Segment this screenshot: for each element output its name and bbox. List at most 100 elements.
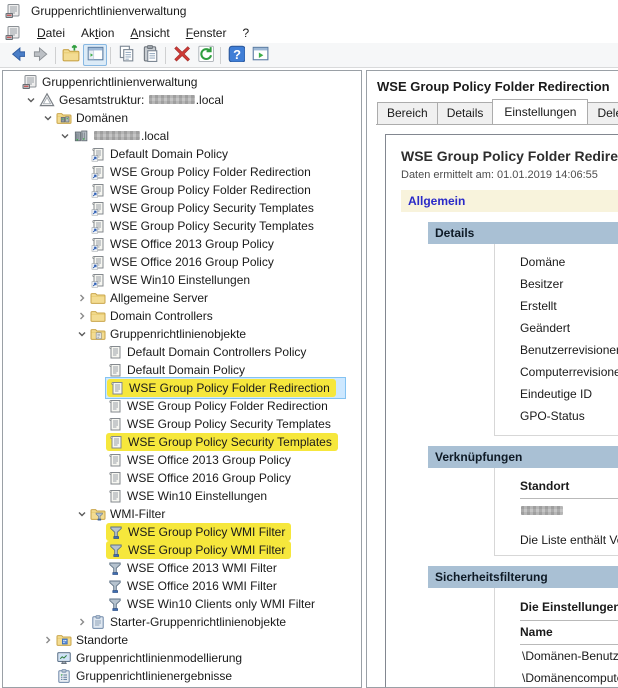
tab-einstellungen[interactable]: Einstellungen	[492, 99, 589, 124]
section-verknuepfungen[interactable]: Verknüpfungen	[428, 446, 618, 468]
tree-item[interactable]: Starter-Gruppenrichtlinienobjekte	[3, 613, 361, 631]
tree-item[interactable]: Default Domain Policy	[3, 145, 361, 163]
selected-tree-item[interactable]: WSE Group Policy Folder Redirection	[105, 377, 346, 399]
security-note: Die Einstellungen dieses G	[520, 595, 618, 621]
forward-button[interactable]	[28, 44, 52, 66]
gpo-icon	[109, 380, 125, 396]
tree-item[interactable]: WSE Group Policy Security Templates	[3, 415, 361, 433]
chevron-right-icon[interactable]	[41, 635, 55, 645]
chevron-down-icon[interactable]	[58, 131, 72, 141]
tree-item[interactable]: WSE Win10 Einstellungen	[3, 271, 361, 289]
menu-datei[interactable]: Datei	[29, 24, 73, 42]
details-row-label: GPO-Status	[520, 409, 585, 423]
tree-item[interactable]: WSE Win10 Clients only WMI Filter	[3, 595, 361, 613]
tree-item-label: Gesamtstruktur: .local	[59, 93, 224, 107]
tree-item[interactable]: Gruppenrichtlinienobjekte	[3, 325, 361, 343]
tree-item-label: WSE Group Policy WMI Filter	[128, 543, 286, 557]
tree-item-label: WSE Group Policy Security Templates	[128, 435, 332, 449]
tree-item-label: Standorte	[76, 633, 129, 647]
tree-item[interactable]: WSE Group Policy Folder Redirection	[3, 377, 361, 399]
tree-item[interactable]: WSE Office 2016 WMI Filter	[3, 577, 361, 595]
tree-item[interactable]: WSE Group Policy Security Templates	[3, 199, 361, 217]
chevron-down-icon[interactable]	[24, 95, 38, 105]
result-pane: WSE Group Policy Folder Redirection Bere…	[366, 70, 618, 688]
tree-item[interactable]: WSE Group Policy WMI Filter	[3, 541, 361, 559]
help-button[interactable]: ?	[224, 44, 248, 66]
gpo-link-icon	[90, 182, 106, 198]
console-tree-pane[interactable]: Gruppenrichtlinienverwaltung Gesamtstrukt…	[2, 70, 362, 688]
tree-item[interactable]: .local	[3, 127, 361, 145]
gpo-icon	[108, 434, 124, 450]
paste-icon	[141, 44, 159, 67]
chevron-down-icon[interactable]	[75, 329, 89, 339]
toolbar-separator	[110, 46, 111, 64]
chevron-down-icon[interactable]	[75, 509, 89, 519]
up-one-level-button[interactable]	[59, 44, 83, 66]
new-window-button[interactable]	[248, 44, 272, 66]
security-principal-row: \Domänencomputer	[522, 671, 618, 685]
chevron-right-icon[interactable]	[75, 311, 89, 321]
tree-item[interactable]: Standorte	[3, 631, 361, 649]
menu-help[interactable]: ?	[234, 24, 257, 42]
tree-item-label: WSE Group Policy Security Templates	[110, 201, 314, 215]
tree-item-label: Gruppenrichtlinienverwaltung	[42, 75, 198, 89]
security-principal-row: \Domänen-Benutzer	[522, 649, 618, 663]
tree-item[interactable]: Domänen	[3, 109, 361, 127]
tree-item[interactable]: Gesamtstruktur: .local	[3, 91, 361, 109]
chevron-right-icon[interactable]	[75, 617, 89, 627]
folder-icon	[90, 308, 106, 324]
menu-aktion[interactable]: Aktion	[73, 24, 122, 42]
section-sicherheitsfilterung[interactable]: Sicherheitsfilterung	[428, 566, 618, 588]
gpo-pane-title: WSE Group Policy Folder Redirection	[377, 79, 610, 94]
section-details[interactable]: Details	[428, 222, 618, 244]
tree-item[interactable]: WSE Group Policy Security Templates	[3, 217, 361, 235]
tree-item[interactable]: Allgemeine Server	[3, 289, 361, 307]
report-title: WSE Group Policy Folder Redirection	[401, 148, 618, 164]
tree-item[interactable]: WSE Office 2013 Group Policy	[3, 451, 361, 469]
settings-report[interactable]: WSE Group Policy Folder Redirection Date…	[385, 134, 618, 687]
tree-item[interactable]: WSE Group Policy Security Templates	[3, 433, 361, 451]
tree-item[interactable]: Domain Controllers	[3, 307, 361, 325]
tree-item-label: Default Domain Policy	[110, 147, 229, 161]
tab-delegierung[interactable]: Delegierung	[587, 102, 618, 124]
tree-item[interactable]: WSE Group Policy Folder Redirection	[3, 397, 361, 415]
forest-icon	[39, 92, 55, 108]
tree-item[interactable]: Gruppenrichtlinienverwaltung	[3, 73, 361, 91]
tree-item-label: WSE Office 2013 Group Policy	[127, 453, 291, 467]
tree-item[interactable]: Gruppenrichtlinienmodellierung	[3, 649, 361, 667]
section-allgemein[interactable]: Allgemein	[401, 190, 618, 212]
tree-item[interactable]: WSE Group Policy Folder Redirection	[3, 181, 361, 199]
tree-item[interactable]: WSE Office 2016 Group Policy	[3, 253, 361, 271]
tab-details[interactable]: Details	[436, 102, 494, 124]
refresh-button[interactable]	[193, 44, 217, 66]
tree-item[interactable]: Default Domain Controllers Policy	[3, 343, 361, 361]
paste-button[interactable]	[138, 44, 162, 66]
menu-fenster[interactable]: Fenster	[178, 24, 235, 42]
tree-item[interactable]: WSE Office 2013 WMI Filter	[3, 559, 361, 577]
tree-item[interactable]: Default Domain Policy	[3, 361, 361, 379]
tree-item[interactable]: WSE Group Policy Folder Redirection	[3, 163, 361, 181]
tree-item[interactable]: WSE Group Policy WMI Filter	[3, 523, 361, 541]
tree-item[interactable]: Gruppenrichtlinienergebnisse	[3, 667, 361, 685]
details-row-label: Besitzer	[520, 277, 564, 291]
toolbar: ?	[0, 43, 618, 68]
svg-text:?: ?	[233, 46, 241, 61]
wmi-filter-icon	[108, 524, 124, 540]
tree-item[interactable]: WSE Win10 Einstellungen	[3, 487, 361, 505]
tree-item[interactable]: WSE Office 2013 Group Policy	[3, 235, 361, 253]
menu-ansicht[interactable]: Ansicht	[122, 24, 177, 42]
copy-button[interactable]	[114, 44, 138, 66]
chevron-down-icon[interactable]	[41, 113, 55, 123]
back-button[interactable]	[4, 44, 28, 66]
delete-button[interactable]	[169, 44, 193, 66]
details-table: Domäne Besitzer Erstellt Geändert Benutzerre…	[494, 244, 618, 436]
tree-item-label: Domain Controllers	[110, 309, 213, 323]
tree-item-label: Default Domain Policy	[127, 363, 246, 377]
chevron-right-icon[interactable]	[75, 293, 89, 303]
show-console-tree-button[interactable]	[83, 44, 107, 66]
tree-item[interactable]: WMI-Filter	[3, 505, 361, 523]
tree-item-label: WSE Win10 Einstellungen	[127, 489, 268, 503]
tree-item-label: Gruppenrichtlinienmodellierung	[76, 651, 243, 665]
tree-item[interactable]: WSE Office 2016 Group Policy	[3, 469, 361, 487]
tab-bereich[interactable]: Bereich	[377, 102, 438, 124]
